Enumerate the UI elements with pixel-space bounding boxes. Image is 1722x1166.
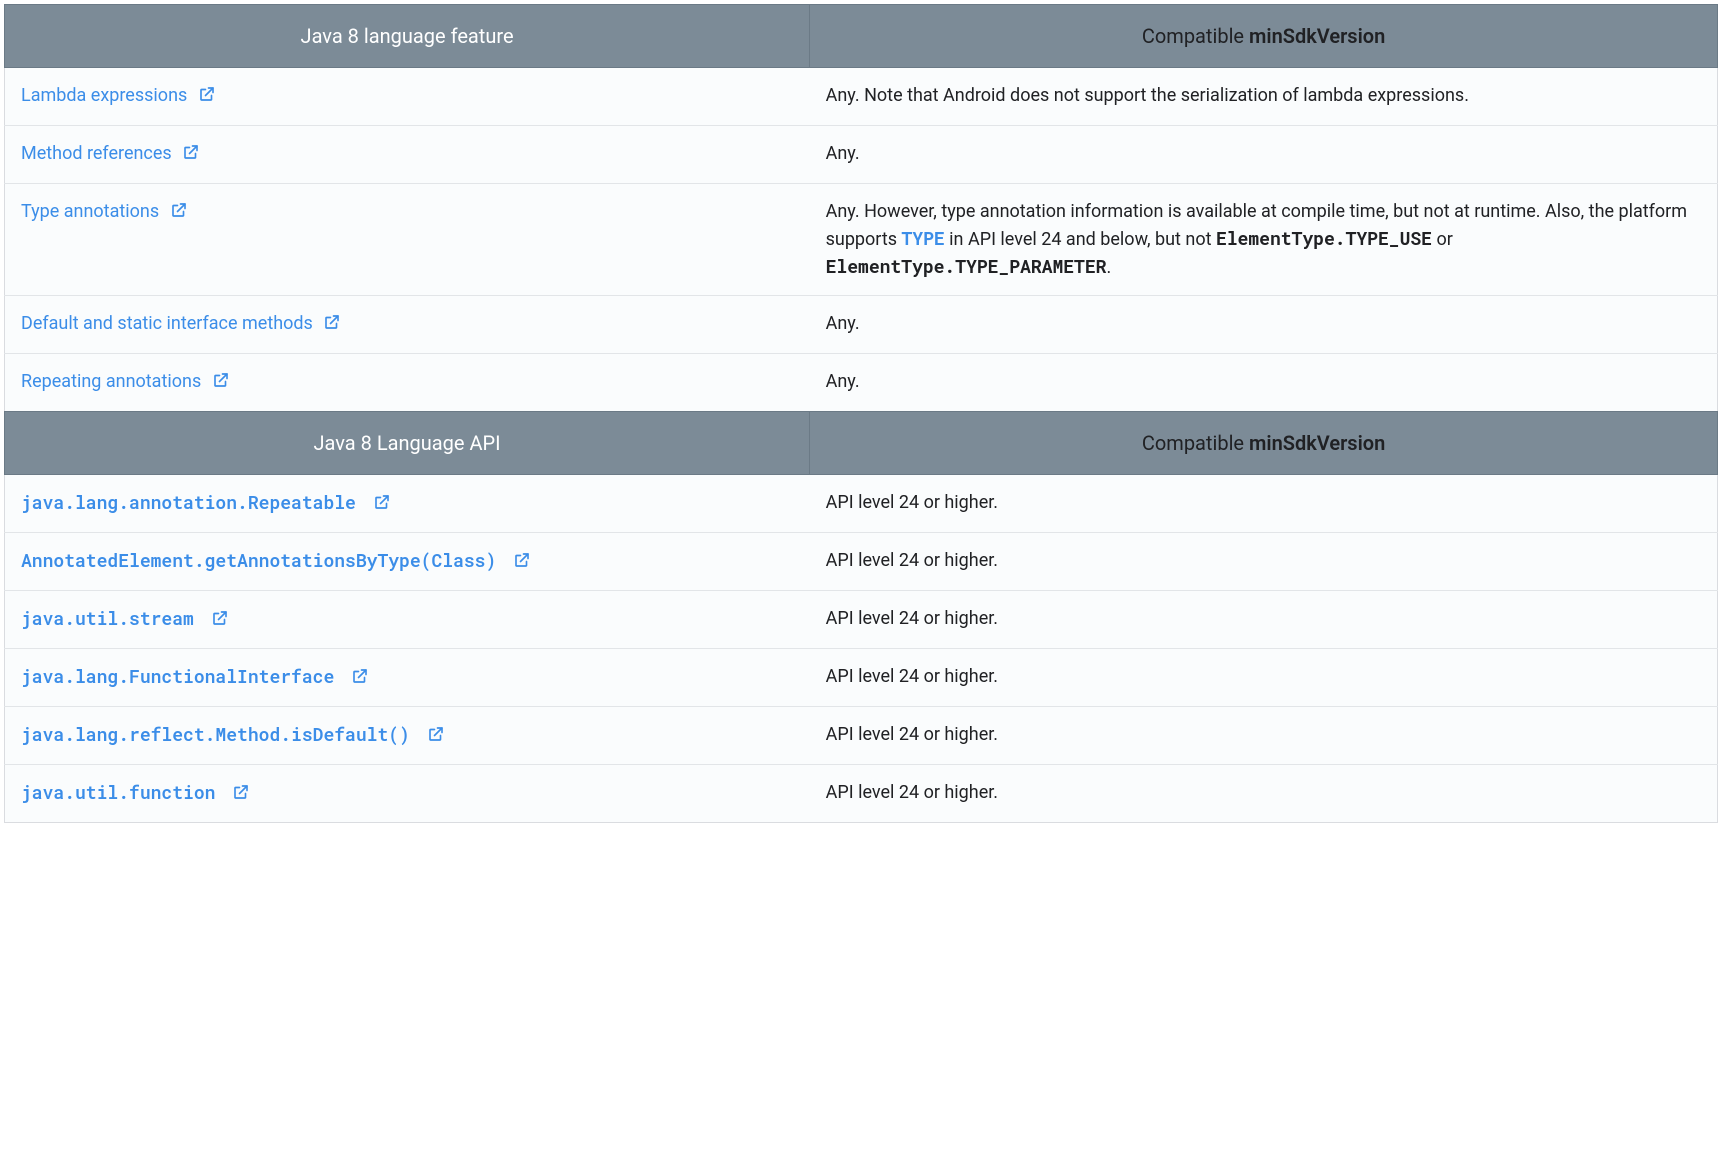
link-text: java.util.function xyxy=(21,780,215,804)
compat-cell: Any. xyxy=(810,354,1718,412)
repeatable-api-link[interactable]: java.lang.annotation.Repeatable xyxy=(21,490,391,514)
java8-compat-table: Java 8 language feature Compatible minSd… xyxy=(4,4,1718,823)
method-isdefault-api-link[interactable]: java.lang.reflect.Method.isDefault() xyxy=(21,722,445,746)
link-text: java.lang.reflect.Method.isDefault() xyxy=(21,722,410,746)
feature-cell: Repeating annotations xyxy=(5,354,810,412)
compat-cell: API level 24 or higher. xyxy=(810,649,1718,707)
external-link-icon xyxy=(198,84,216,111)
external-link-icon xyxy=(427,723,445,750)
util-stream-api-link[interactable]: java.util.stream xyxy=(21,606,229,630)
functionalinterface-api-link[interactable]: java.lang.FunctionalInterface xyxy=(21,664,369,688)
compat-text: API level 24 or higher. xyxy=(826,724,998,745)
compat-text: Any. xyxy=(826,371,860,392)
table-row: java.util.stream API level 24 or higher. xyxy=(5,591,1718,649)
table-row: java.lang.annotation.Repeatable API leve… xyxy=(5,475,1718,533)
link-text: AnnotatedElement.getAnnotationsByType(Cl… xyxy=(21,548,496,572)
api-cell: java.lang.FunctionalInterface xyxy=(5,649,810,707)
table-row: Lambda expressions Any. Note that Androi… xyxy=(5,68,1718,126)
code-type-use: ElementType.TYPE_USE xyxy=(1216,226,1432,250)
table-row: Type annotations Any. However, type anno… xyxy=(5,184,1718,296)
table1-header-right: Compatible minSdkVersion xyxy=(810,5,1718,68)
external-link-icon xyxy=(211,607,229,634)
api-cell: java.lang.reflect.Method.isDefault() xyxy=(5,707,810,765)
link-text: java.lang.annotation.Repeatable xyxy=(21,490,356,514)
compat-cell: API level 24 or higher. xyxy=(810,591,1718,649)
table-row: Default and static interface methods Any… xyxy=(5,296,1718,354)
header-bold: minSdkVersion xyxy=(1249,24,1385,48)
compat-text: API level 24 or higher. xyxy=(826,666,998,687)
external-link-icon xyxy=(351,665,369,692)
feature-cell: Method references xyxy=(5,126,810,184)
api-cell: java.util.function xyxy=(5,765,810,823)
link-text: Default and static interface methods xyxy=(21,313,313,334)
link-text: Lambda expressions xyxy=(21,85,187,106)
compat-cell: Any. However, type annotation informatio… xyxy=(810,184,1718,296)
compat-text: API level 24 or higher. xyxy=(826,782,998,803)
compat-text: API level 24 or higher. xyxy=(826,550,998,571)
header-bold: minSdkVersion xyxy=(1249,431,1385,455)
external-link-icon xyxy=(232,781,250,808)
header-text: Java 8 language feature xyxy=(301,24,514,48)
getannotationsbytype-api-link[interactable]: AnnotatedElement.getAnnotationsByType(Cl… xyxy=(21,548,531,572)
compat-text: Any. Note that Android does not support … xyxy=(826,85,1469,106)
feature-cell: Default and static interface methods xyxy=(5,296,810,354)
table1-header-row: Java 8 language feature Compatible minSd… xyxy=(5,5,1718,68)
link-text: java.util.stream xyxy=(21,606,194,630)
external-link-icon xyxy=(373,491,391,518)
external-link-icon xyxy=(212,370,230,397)
header-text: Java 8 Language API xyxy=(314,431,501,455)
compat-text: API level 24 or higher. xyxy=(826,492,998,513)
compat-cell: API level 24 or higher. xyxy=(810,707,1718,765)
table1-header-left: Java 8 language feature xyxy=(5,5,810,68)
table-row: java.lang.FunctionalInterface API level … xyxy=(5,649,1718,707)
table-row: AnnotatedElement.getAnnotationsByType(Cl… xyxy=(5,533,1718,591)
api-cell: java.util.stream xyxy=(5,591,810,649)
compat-cell: Any. xyxy=(810,126,1718,184)
api-cell: java.lang.annotation.Repeatable xyxy=(5,475,810,533)
compat-text: Any. xyxy=(826,313,860,334)
compat-text-p2: in API level 24 and below, but not xyxy=(945,229,1216,250)
table2-header-row: Java 8 Language API Compatible minSdkVer… xyxy=(5,412,1718,475)
type-link[interactable]: TYPE xyxy=(902,226,945,250)
compat-text: Any. xyxy=(826,143,860,164)
compat-text-p3: or xyxy=(1432,229,1453,250)
api-cell: AnnotatedElement.getAnnotationsByType(Cl… xyxy=(5,533,810,591)
feature-cell: Lambda expressions xyxy=(5,68,810,126)
link-text: java.lang.FunctionalInterface xyxy=(21,664,334,688)
code-type-parameter: ElementType.TYPE_PARAMETER xyxy=(826,254,1107,278)
header-prefix: Compatible xyxy=(1142,24,1249,48)
external-link-icon xyxy=(182,142,200,169)
external-link-icon xyxy=(513,549,531,576)
compat-cell: Any. xyxy=(810,296,1718,354)
table-row: Method references Any. xyxy=(5,126,1718,184)
table2-header-right: Compatible minSdkVersion xyxy=(810,412,1718,475)
table2-header-left: Java 8 Language API xyxy=(5,412,810,475)
compat-cell: API level 24 or higher. xyxy=(810,765,1718,823)
external-link-icon xyxy=(323,312,341,339)
util-function-api-link[interactable]: java.util.function xyxy=(21,780,250,804)
table-row: Repeating annotations Any. xyxy=(5,354,1718,412)
link-text: Method references xyxy=(21,143,172,164)
table-row: java.util.function API level 24 or highe… xyxy=(5,765,1718,823)
table-row: java.lang.reflect.Method.isDefault() API… xyxy=(5,707,1718,765)
link-text: Repeating annotations xyxy=(21,371,201,392)
default-static-interface-methods-link[interactable]: Default and static interface methods xyxy=(21,313,341,334)
header-prefix: Compatible xyxy=(1142,431,1249,455)
type-annotations-link[interactable]: Type annotations xyxy=(21,201,188,222)
compat-cell: Any. Note that Android does not support … xyxy=(810,68,1718,126)
method-references-link[interactable]: Method references xyxy=(21,143,200,164)
compat-text: API level 24 or higher. xyxy=(826,608,998,629)
external-link-icon xyxy=(170,200,188,227)
repeating-annotations-link[interactable]: Repeating annotations xyxy=(21,371,230,392)
compat-text-p4: . xyxy=(1106,257,1111,278)
compat-cell: API level 24 or higher. xyxy=(810,533,1718,591)
lambda-expressions-link[interactable]: Lambda expressions xyxy=(21,85,216,106)
feature-cell: Type annotations xyxy=(5,184,810,296)
link-text: Type annotations xyxy=(21,201,159,222)
compat-cell: API level 24 or higher. xyxy=(810,475,1718,533)
